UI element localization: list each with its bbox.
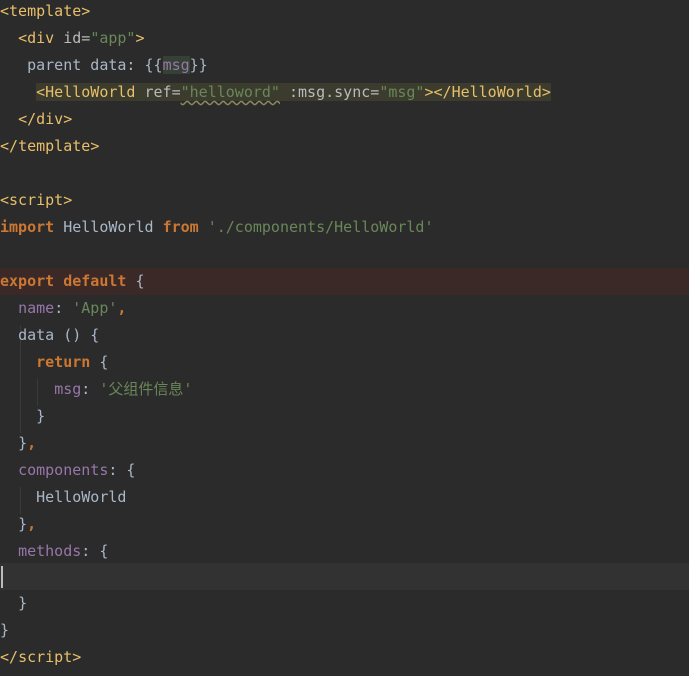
- text-caret: [1, 566, 3, 588]
- code-line: <HelloWorld ref="helloword" :msg.sync="m…: [36, 83, 551, 101]
- code-line: </div>: [18, 110, 73, 128]
- code-line: },: [18, 515, 37, 533]
- code-line: }: [36, 407, 46, 425]
- code-line: data () {: [18, 326, 100, 344]
- code-line: HelloWorld: [36, 488, 127, 506]
- code-editor[interactable]: <template> <div id="app"> parent data: {…: [0, 0, 689, 676]
- code-line: name: 'App',: [18, 299, 127, 317]
- code-line: </script>: [0, 648, 82, 666]
- current-line[interactable]: [0, 563, 689, 590]
- code-line: },: [18, 434, 37, 452]
- code-line: <template>: [0, 2, 91, 20]
- code-line: import HelloWorld from './components/Hel…: [0, 218, 434, 236]
- code-line: msg: '父组件信息': [54, 380, 193, 398]
- code-line: methods: {: [18, 542, 109, 560]
- code-line: }: [18, 594, 28, 612]
- code-line: components: {: [18, 461, 136, 479]
- code-line-highlighted: export default {: [0, 268, 689, 295]
- code-line: parent data: {{msg}}: [27, 56, 208, 74]
- code-line: <script>: [0, 191, 73, 209]
- code-line: <div id="app">: [18, 29, 145, 47]
- code-line: </template>: [0, 137, 100, 155]
- code-line: return {: [36, 353, 109, 371]
- code-line: }: [0, 621, 10, 639]
